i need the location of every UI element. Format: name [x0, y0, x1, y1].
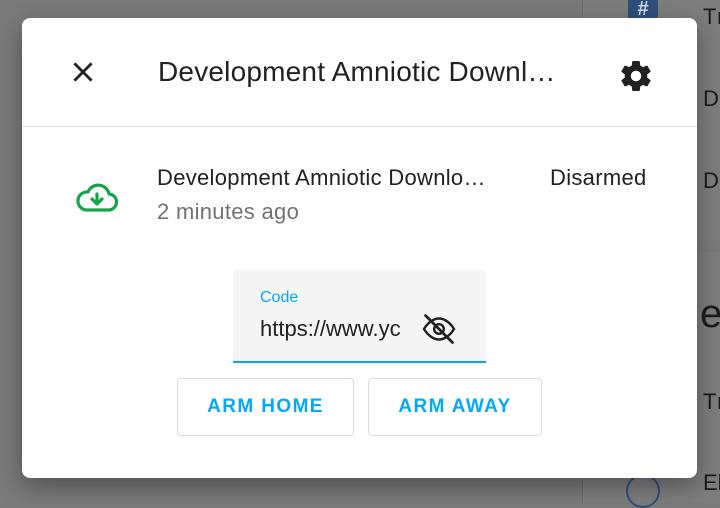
dialog-title: Development Amniotic Downl… [158, 56, 556, 87]
code-label: Code [260, 289, 299, 306]
eye-off-icon [422, 314, 456, 344]
background-text: Tı [703, 4, 720, 29]
toggle-visibility-button[interactable] [420, 310, 458, 348]
arm-away-button[interactable]: ARM AWAY [368, 378, 542, 436]
more-info-dialog: Development Amniotic Downl… Development … [22, 18, 697, 478]
background-text: Tı [703, 389, 720, 414]
background-text: El [703, 470, 720, 495]
entity-name: Development Amniotic Downlo… [157, 165, 486, 190]
entity-state: Disarmed [550, 165, 647, 190]
last-changed: 2 minutes ago [157, 199, 300, 224]
dialog-header: Development Amniotic Downl… [22, 18, 697, 127]
settings-button[interactable] [614, 54, 658, 98]
cloud-download-icon [74, 180, 120, 216]
background-text: D [703, 86, 719, 111]
arm-home-button[interactable]: ARM HOME [177, 378, 354, 436]
close-icon [73, 62, 93, 82]
close-button[interactable] [62, 51, 104, 93]
code-field[interactable]: Code [233, 270, 486, 363]
gear-icon [621, 60, 651, 91]
background-text: e [700, 292, 720, 336]
background-text: D [703, 168, 719, 193]
code-input[interactable] [260, 312, 420, 346]
